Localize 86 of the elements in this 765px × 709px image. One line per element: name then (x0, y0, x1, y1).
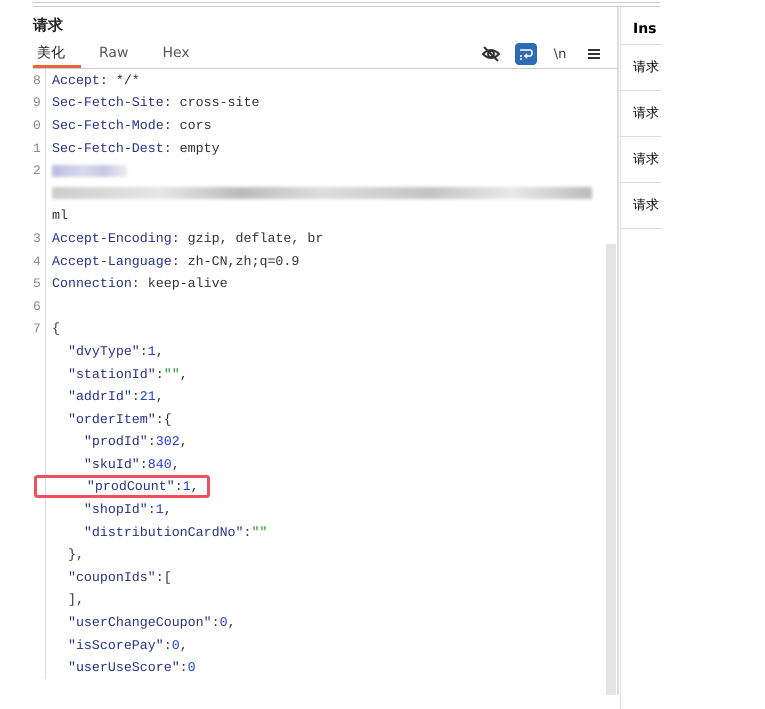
code-key: "prodCount" (55, 479, 175, 494)
inspector-item[interactable]: 请求 (621, 91, 661, 137)
line-number: 2 (33, 163, 41, 178)
line-number: 8 (33, 72, 41, 88)
code-text: : (140, 344, 148, 359)
tab[interactable]: 美化 (33, 40, 81, 68)
code-key: Sec-Fetch-Dest (52, 140, 164, 156)
code-key: "stationId" (52, 366, 156, 382)
code-key: "couponIds" (52, 570, 156, 585)
code-key: "userChangeCoupon" (52, 615, 212, 630)
inspector-item[interactable]: 请求 (621, 45, 661, 91)
scrollbar[interactable] (606, 244, 616, 695)
line-number: 5 (33, 276, 41, 292)
code-number: 0 (188, 660, 196, 676)
line-number: 7 (33, 321, 41, 336)
code-text: :[ (156, 570, 172, 585)
line-number: 9 (33, 95, 41, 110)
newline-toggle[interactable]: \n (549, 43, 571, 65)
tab[interactable]: Raw (95, 40, 144, 68)
code-text: }, (66, 547, 84, 562)
code-text: : (148, 434, 156, 450)
code-number: 302 (156, 434, 180, 450)
code-text: , (164, 502, 172, 518)
code-key: Accept-Language (52, 254, 172, 269)
code-number: 1 (148, 344, 156, 359)
code-text: : (212, 615, 220, 630)
code-text: , (228, 615, 236, 630)
code-text: , (190, 479, 199, 494)
code-number: 1 (182, 479, 191, 494)
code-key: Sec-Fetch-Site (52, 95, 164, 110)
code-key: "prodId" (52, 434, 148, 450)
code-text: , (180, 366, 188, 382)
code-text: : (174, 479, 183, 494)
code-text: : (164, 638, 172, 653)
code-text: ml (52, 208, 68, 224)
code-number: 840 (148, 456, 172, 472)
code-text: , (172, 456, 180, 472)
code-number: 0 (220, 615, 228, 630)
code-text: : */* (100, 72, 140, 88)
line-number: 0 (33, 118, 41, 133)
line-number: 3 (33, 230, 41, 246)
code-key: "orderItem" (52, 412, 156, 427)
code-text: : (180, 660, 188, 676)
code-text: : (156, 366, 164, 382)
code-key: "userUseScore" (52, 660, 180, 676)
code-text: : cross-site (164, 95, 260, 110)
code-number: 0 (172, 638, 180, 653)
line-number: 1 (33, 140, 41, 156)
inspector-item[interactable]: 请求 (621, 137, 661, 183)
code-text: : gzip, deflate, br (172, 230, 324, 246)
code-string: "" (164, 366, 180, 382)
panel-title: Ins (621, 7, 661, 45)
code-number: 1 (156, 502, 164, 518)
code-text: : empty (164, 140, 220, 156)
code-text: , (180, 638, 188, 653)
code-key: "addrId" (52, 389, 132, 404)
code-text: :{ (156, 412, 172, 427)
code-text: : (148, 502, 156, 518)
code-text: ], (66, 592, 84, 608)
code-text: { (52, 321, 60, 336)
code-key: Accept-Encoding (52, 230, 172, 246)
code-text: , (156, 344, 164, 359)
code-key: "shopId" (52, 502, 148, 518)
code-text: : (132, 389, 140, 404)
inspector-item[interactable]: 请求 (621, 183, 661, 229)
code-text: : zh-CN,zh;q=0.9 (172, 254, 300, 269)
tab[interactable]: Hex (158, 40, 206, 68)
code-key: Sec-Fetch-Mode (52, 118, 164, 133)
code-text: , (180, 434, 188, 450)
code-key: "isScorePay" (52, 638, 164, 653)
code-text: : keep-alive (132, 276, 228, 292)
line-number: 6 (33, 298, 41, 314)
code-key: "dvyType" (52, 344, 140, 359)
line-number: 4 (33, 254, 41, 269)
code-key: Accept (52, 72, 100, 88)
code-text: : (244, 524, 252, 540)
code-text: : (140, 456, 148, 472)
wrap-icon[interactable] (515, 43, 537, 65)
code-text: : cors (164, 118, 212, 133)
code-key: "distributionCardNo" (52, 524, 244, 540)
code-key: Connection (52, 276, 132, 292)
panel-title: 请求 (33, 15, 64, 36)
code-number: 21 (140, 389, 156, 404)
code-key: "skuId" (52, 456, 140, 472)
code-text: , (156, 389, 164, 404)
code-string: "" (252, 524, 268, 540)
